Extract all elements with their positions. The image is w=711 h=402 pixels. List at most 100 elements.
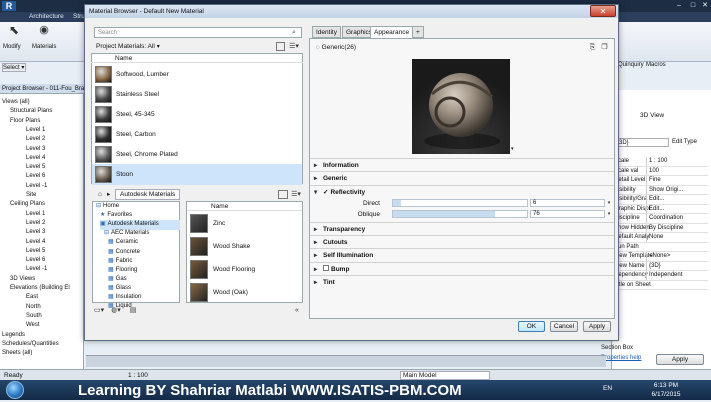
collapse-panel-icon[interactable]: « (291, 306, 303, 315)
model-selector[interactable]: Main Model (400, 371, 490, 380)
dialog-close-button[interactable]: ✕ (590, 5, 616, 17)
property-value[interactable]: <None> (646, 252, 708, 261)
project-tree-item[interactable]: Sheets (all) (2, 349, 32, 358)
material-search-input[interactable]: Search (94, 27, 302, 38)
project-tree-item[interactable]: Level 6 (26, 172, 45, 181)
edit-type-button[interactable]: Edit Type (672, 138, 697, 147)
minimize-icon[interactable]: – (674, 2, 684, 10)
view-grid-icon[interactable] (276, 42, 285, 51)
library-tree-item[interactable]: ⊟ AEC Materials (104, 229, 149, 238)
property-value[interactable]: 100 (646, 166, 708, 176)
material-row[interactable]: Steel, 45-345 (92, 104, 302, 125)
materials-label[interactable]: Materials (32, 44, 56, 50)
library-tree-item[interactable]: ▦ Concrete (108, 248, 140, 257)
property-value[interactable]: Edit... (646, 195, 708, 204)
asset-browser-icon[interactable]: ▤ (128, 306, 138, 315)
project-tree-item[interactable]: Legends (2, 331, 25, 340)
project-materials-label[interactable]: Project Materials: All (96, 43, 155, 50)
property-value[interactable]: Show Origi... (646, 185, 708, 195)
library-tree-item[interactable]: ▦ Glass (108, 284, 131, 293)
maximize-icon[interactable]: □ (688, 2, 698, 10)
language-indicator[interactable]: EN (603, 385, 612, 392)
section-header[interactable]: ▾ ✓ Reflectivity (314, 187, 365, 198)
open-library-icon[interactable]: ▭▾ (94, 306, 104, 315)
project-tree-item[interactable]: Level 2 (26, 135, 45, 144)
property-value[interactable]: Coordination (646, 214, 708, 223)
modify-icon[interactable]: ⬉ (6, 24, 22, 36)
materials-icon[interactable]: ◉ (36, 25, 52, 36)
start-button-icon[interactable] (6, 381, 24, 399)
material-row[interactable]: Steel, Chrome Plated (92, 144, 302, 165)
properties-apply-button[interactable]: Apply (656, 354, 704, 365)
library-view-icon[interactable] (278, 190, 288, 199)
property-value[interactable]: By Discipline (646, 223, 708, 233)
library-tree-item[interactable]: ▦ Insulation (108, 293, 141, 302)
project-tree-item[interactable]: Level 3 (26, 228, 45, 237)
library-item-row[interactable]: Wood Shake (187, 235, 302, 258)
material-row[interactable]: Stainless Steel (92, 84, 302, 105)
oblique-menu-icon[interactable]: ▾ (606, 210, 612, 219)
select-dropdown[interactable]: Select ▾ (2, 63, 26, 72)
project-tree-item[interactable]: North (26, 303, 41, 312)
section-check-icon[interactable]: ✓ (323, 189, 328, 196)
project-materials-filter[interactable]: Project Materials: All ▾ (94, 41, 302, 52)
revit-logo-icon[interactable]: R (2, 1, 16, 11)
library-tree-item[interactable]: ⊟ Home (96, 202, 119, 211)
tab-architecture[interactable]: Architecture (26, 12, 67, 22)
properties-help-link[interactable]: Properties help (601, 355, 641, 361)
section-expand-icon[interactable]: ▸ (314, 160, 323, 171)
apply-button[interactable]: Apply (583, 321, 611, 332)
material-row[interactable]: Softwood, Lumber (92, 64, 302, 85)
project-tree-item[interactable]: Level -1 (26, 182, 47, 191)
section-expand-icon[interactable]: ▾ (314, 187, 323, 198)
project-tree-item[interactable]: Level -1 (26, 265, 47, 274)
project-tree-item[interactable]: Structural Plans (10, 107, 52, 116)
list-options-icon[interactable]: ☰▾ (288, 42, 300, 51)
library-tree-item[interactable]: ▦ Fabric (108, 257, 132, 266)
tab-quinquiry[interactable]: Quinquiry (618, 62, 644, 68)
section-expand-icon[interactable]: ▸ (314, 277, 323, 288)
project-tree-item[interactable]: Level 1 (26, 126, 45, 135)
home-icon[interactable]: ⌂ (95, 190, 105, 199)
editor-tab[interactable]: Identity (312, 26, 341, 38)
library-options-icon[interactable]: ☰▾ (290, 190, 302, 199)
taskbar-clock[interactable]: 6:13 PM 6/17/2015 (641, 381, 691, 399)
replace-asset-icon[interactable]: ⎘ (588, 43, 597, 52)
project-tree-item[interactable]: Level 1 (26, 210, 45, 219)
section-expand-icon[interactable]: ▸ (314, 250, 323, 261)
type-selector[interactable]: {3D} (614, 138, 669, 147)
section-expand-icon[interactable]: ▸ (314, 264, 323, 275)
project-tree-item[interactable]: Level 6 (26, 256, 45, 265)
project-tree-item[interactable]: Level 5 (26, 163, 45, 172)
direct-menu-icon[interactable]: ▾ (606, 199, 612, 208)
library-tree-item[interactable]: ▦ Gas (108, 275, 127, 284)
property-value[interactable]: None (646, 233, 708, 242)
material-row[interactable]: Steel, Carbon (92, 124, 302, 145)
material-row[interactable]: Stoon (92, 164, 302, 185)
project-tree-item[interactable]: West (26, 321, 40, 330)
section-expand-icon[interactable]: ▸ (314, 224, 323, 235)
project-tree-item[interactable]: Views (all) (2, 98, 30, 107)
section-header[interactable]: ▸ Self Illumination (314, 250, 373, 261)
project-tree-item[interactable]: Level 4 (26, 154, 45, 163)
preview-options-icon[interactable]: ▾ (511, 146, 514, 152)
library-breadcrumb-arrow[interactable]: ▸ (107, 189, 110, 201)
section-expand-icon[interactable]: ▸ (314, 237, 323, 248)
project-tree-item[interactable]: Level 5 (26, 247, 45, 256)
direct-slider[interactable] (392, 199, 528, 207)
library-item-row[interactable]: Zinc (187, 212, 302, 235)
project-tree-item[interactable]: Level 4 (26, 238, 45, 247)
section-header[interactable]: ▸ Transparency (314, 224, 365, 235)
oblique-slider[interactable] (392, 210, 528, 218)
project-tree-item[interactable]: Ceiling Plans (10, 200, 45, 209)
oblique-value-field[interactable]: 76 (530, 210, 605, 218)
property-value[interactable]: Independent (646, 271, 708, 280)
library-breadcrumb[interactable]: Autodesk Materials (115, 189, 181, 200)
section-header[interactable]: ▸ Bump (314, 264, 349, 275)
create-material-icon[interactable]: ◍▾ (110, 306, 122, 315)
direct-value-field[interactable]: 6 (530, 199, 605, 207)
close-window-icon[interactable]: ✕ (700, 2, 710, 10)
project-tree-item[interactable]: East (26, 293, 38, 302)
library-tree-item[interactable]: ▦ Ceramic (108, 238, 138, 247)
property-value[interactable]: Edit... (646, 204, 708, 214)
